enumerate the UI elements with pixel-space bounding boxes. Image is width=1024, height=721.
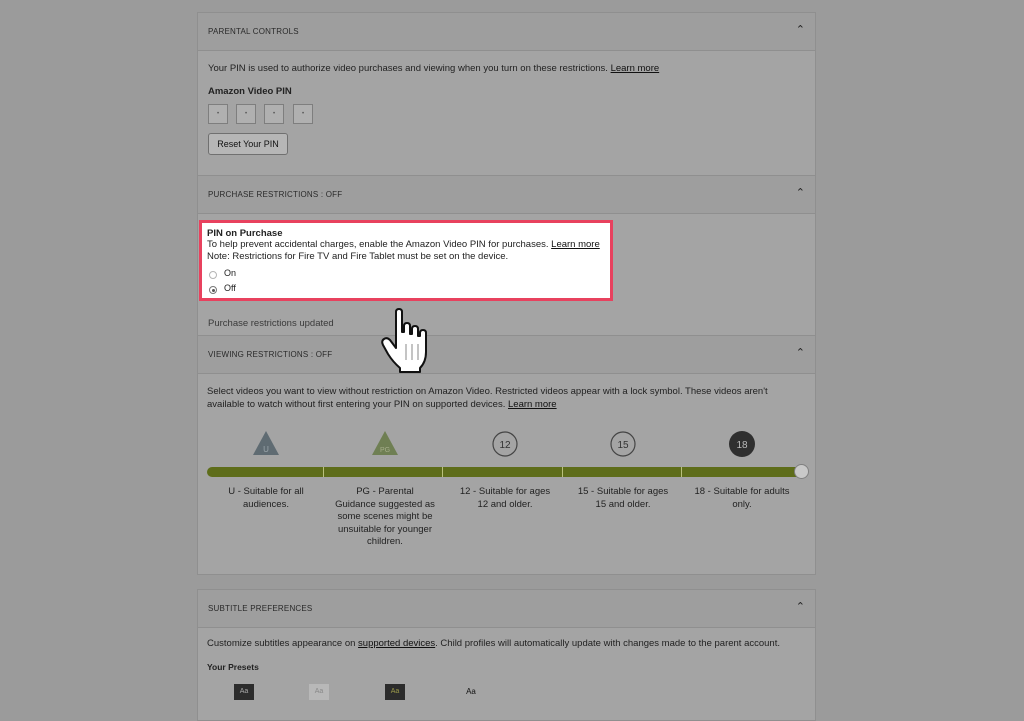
subtitle-preferences-header[interactable]: SUBTITLE PREFERENCES ⌃ — [198, 590, 815, 628]
rating-15-description: 15 - Suitable for ages 15 and older. — [577, 486, 669, 510]
pin-on-purchase-title: PIN on Purchase — [207, 228, 283, 239]
pin-on-purchase-description: To help prevent accidental charges, enab… — [207, 239, 600, 250]
parental-controls-panel: PARENTAL CONTROLS ⌃ Your PIN is used to … — [197, 12, 816, 177]
subtitle-preferences-title: SUBTITLE PREFERENCES — [208, 604, 313, 613]
chevron-up-icon[interactable]: ⌃ — [796, 348, 805, 359]
purchase-status-text: Purchase restrictions updated — [208, 318, 334, 329]
rating-12-icon[interactable]: 12 — [491, 430, 519, 458]
radio-on-label[interactable]: On — [224, 268, 236, 278]
purchase-restrictions-title: PURCHASE RESTRICTIONS : OFF — [208, 190, 343, 199]
rating-18-icon[interactable]: 18 — [728, 430, 756, 458]
rating-slider-handle[interactable] — [794, 464, 809, 479]
pin-digit-2[interactable]: • — [236, 104, 256, 124]
viewing-description-line1: Select videos you want to view without r… — [207, 386, 768, 397]
rating-pg-description: PG - Parental Guidance suggested as some… — [335, 486, 435, 547]
pin-label: Amazon Video PIN — [208, 86, 292, 97]
viewing-restrictions-title: VIEWING RESTRICTIONS : OFF — [208, 350, 333, 359]
hand-pointer-cursor-icon — [381, 308, 427, 373]
subtitle-preferences-panel: SUBTITLE PREFERENCES ⌃ — [197, 589, 816, 721]
svg-text:PG: PG — [380, 447, 390, 454]
rating-18-description: 18 - Suitable for adults only. — [694, 486, 790, 510]
slider-tick — [681, 467, 682, 477]
learn-more-link[interactable]: Learn more — [611, 63, 660, 74]
learn-more-link[interactable]: Learn more — [551, 239, 600, 250]
pin-digit-4[interactable]: • — [293, 104, 313, 124]
chevron-up-icon[interactable]: ⌃ — [796, 602, 805, 613]
rating-12-description: 12 - Suitable for ages 12 and older. — [459, 486, 551, 510]
reset-pin-button[interactable]: Reset Your PIN — [208, 133, 288, 155]
viewing-description-line2: available to watch without first enterin… — [207, 399, 557, 410]
rating-u-icon[interactable]: U — [252, 430, 280, 456]
svg-text:15: 15 — [617, 440, 629, 451]
rating-slider-track[interactable] — [207, 464, 809, 479]
radio-off[interactable] — [209, 286, 217, 294]
rating-pg-icon[interactable]: PG — [371, 430, 399, 456]
learn-more-link[interactable]: Learn more — [508, 399, 557, 410]
rating-15-icon[interactable]: 15 — [609, 430, 637, 458]
radio-off-label[interactable]: Off — [224, 283, 236, 293]
viewing-restrictions-header[interactable]: VIEWING RESTRICTIONS : OFF ⌃ — [198, 336, 815, 374]
rating-u-description: U - Suitable for all audiences. — [228, 486, 304, 510]
chevron-up-icon[interactable]: ⌃ — [796, 188, 805, 199]
slider-tick — [562, 467, 563, 477]
chevron-up-icon[interactable]: ⌃ — [796, 25, 805, 36]
pin-on-purchase-card: PIN on Purchase To help prevent accident… — [199, 220, 613, 301]
svg-text:U: U — [263, 445, 269, 454]
parental-controls-title: PARENTAL CONTROLS — [208, 27, 299, 36]
slider-tick — [323, 467, 324, 477]
pin-digit-3[interactable]: • — [264, 104, 284, 124]
parental-controls-header[interactable]: PARENTAL CONTROLS ⌃ — [198, 13, 815, 51]
slider-tick — [442, 467, 443, 477]
svg-text:18: 18 — [736, 440, 748, 451]
svg-text:12: 12 — [499, 440, 511, 451]
pin-digit-1[interactable]: • — [208, 104, 228, 124]
settings-page: PARENTAL CONTROLS ⌃ Your PIN is used to … — [197, 12, 816, 721]
supported-devices-link[interactable]: supported devices — [358, 638, 435, 649]
parental-controls-description: Your PIN is used to authorize video purc… — [208, 63, 660, 74]
presets-label: Your Presets — [207, 662, 259, 672]
pin-on-purchase-note: Note: Restrictions for Fire TV and Fire … — [207, 251, 509, 262]
radio-on[interactable] — [209, 271, 217, 279]
purchase-restrictions-header[interactable]: PURCHASE RESTRICTIONS : OFF ⌃ — [198, 176, 815, 214]
subtitle-description: Customize subtitles appearance on suppor… — [207, 638, 780, 649]
